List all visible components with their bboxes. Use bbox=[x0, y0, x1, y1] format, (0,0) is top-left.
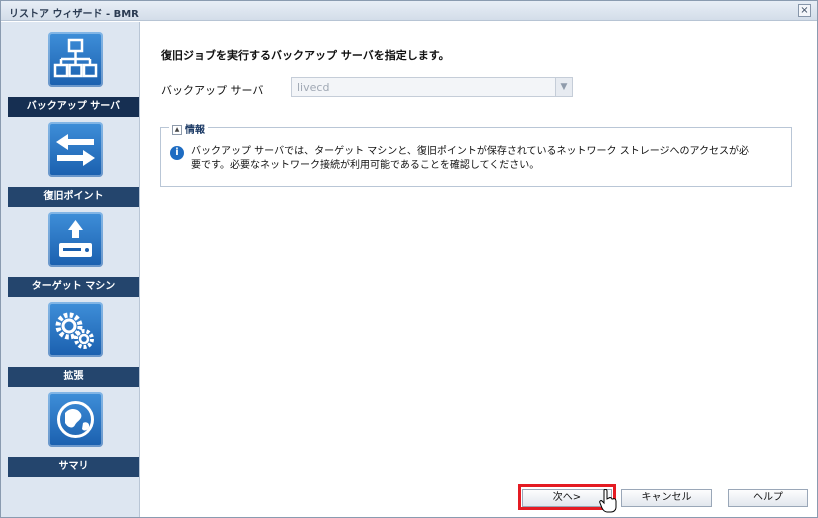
info-panel-header: ▲ 情報 bbox=[169, 121, 208, 136]
hand-cursor-icon bbox=[599, 489, 617, 513]
step-label: 復旧ポイント bbox=[8, 187, 139, 207]
help-button[interactable]: ヘルプ bbox=[728, 489, 808, 507]
network-tree-icon bbox=[48, 32, 103, 87]
info-panel: ▲ 情報 i バックアップ サーバでは、ターゲット マシンと、復旧ポイントが保存さ… bbox=[160, 121, 792, 187]
gears-icon bbox=[48, 302, 103, 357]
step-target-machine[interactable]: ターゲット マシン bbox=[8, 207, 139, 297]
backup-server-label: バックアップ サーバ bbox=[161, 84, 264, 97]
info-message: バックアップ サーバでは、ターゲット マシンと、復旧ポイントが保存されているネッ… bbox=[191, 146, 750, 171]
wizard-content: 復旧ジョブを実行するバックアップ サーバを指定します。 バックアップ サーバ l… bbox=[141, 22, 817, 517]
step-label: 拡張 bbox=[8, 367, 139, 387]
info-panel-title: 情報 bbox=[185, 125, 205, 136]
restore-wizard-window: リストア ウィザード - BMR × バックアップ サーバ 復旧ポイント ターゲ… bbox=[0, 0, 818, 518]
drive-icon bbox=[48, 212, 103, 267]
cancel-button[interactable]: キャンセル bbox=[621, 489, 712, 507]
backup-server-value: livecd bbox=[297, 81, 330, 94]
page-instruction: 復旧ジョブを実行するバックアップ サーバを指定します。 bbox=[161, 49, 450, 62]
step-summary[interactable]: サマリ bbox=[8, 387, 139, 477]
step-advanced[interactable]: 拡張 bbox=[8, 297, 139, 387]
title-bar: リストア ウィザード - BMR × bbox=[1, 1, 817, 21]
transfer-arrows-icon bbox=[48, 122, 103, 177]
step-label: バックアップ サーバ bbox=[8, 97, 139, 117]
step-backup-server[interactable]: バックアップ サーバ bbox=[8, 27, 139, 117]
info-icon: i bbox=[170, 146, 184, 160]
chevron-down-icon[interactable]: ▼ bbox=[555, 78, 572, 96]
step-label: ターゲット マシン bbox=[8, 277, 139, 297]
window-title: リストア ウィザード - BMR bbox=[9, 9, 139, 20]
globe-icon bbox=[48, 392, 103, 447]
step-recovery-point[interactable]: 復旧ポイント bbox=[8, 117, 139, 207]
collapse-icon[interactable]: ▲ bbox=[172, 125, 182, 135]
step-label: サマリ bbox=[8, 457, 139, 477]
close-button[interactable]: × bbox=[798, 4, 811, 17]
backup-server-select[interactable]: livecd ▼ bbox=[291, 77, 573, 97]
wizard-steps-sidebar: バックアップ サーバ 復旧ポイント ターゲット マシン 拡張 サマリ bbox=[1, 22, 140, 517]
